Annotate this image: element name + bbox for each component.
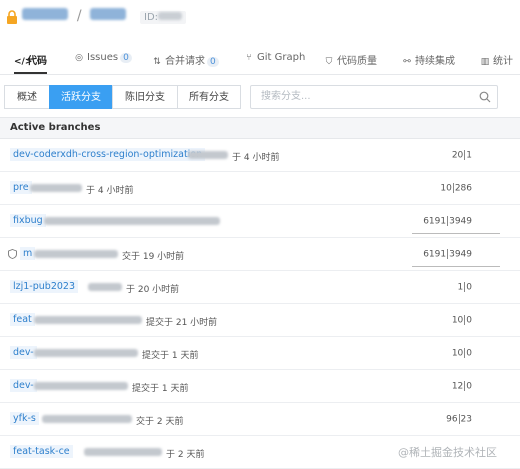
branch-row[interactable]: dev- 提交于 1 天前 10 0 (0, 337, 520, 370)
ahead-behind: 10 0 (451, 315, 472, 326)
branch-row[interactable]: lzj1-pub2023 于 20 小时前 10 (0, 271, 520, 304)
git-graph-icon: ⑂ (246, 53, 252, 63)
divergence-bar (412, 233, 500, 234)
ahead-behind: 96 23 (446, 414, 472, 425)
branch-name-link[interactable]: dev- (10, 379, 37, 392)
issues-icon: ◎ (75, 53, 83, 63)
search-icon[interactable] (479, 91, 491, 103)
tab-stats[interactable]: ▥ 统计 (480, 52, 513, 74)
commit-time: 交于 2 天前 (136, 417, 184, 427)
branch-name-link[interactable]: m (20, 247, 36, 260)
branch-row[interactable]: yfk-s 交于 2 天前 96 23 (0, 403, 520, 436)
branch-filter-bar: 概述 活跃分支 陈旧分支 所有分支 (0, 84, 520, 112)
branch-row[interactable]: pre 于 4 小时前 10 286 (0, 172, 520, 205)
tab-code[interactable]: </>代码 (14, 52, 47, 74)
tab-issues[interactable]: ◎ Issues 0 (74, 52, 132, 74)
ahead-behind: 10 286 (440, 183, 472, 194)
commit-time: 提交于 21 小时前 (146, 318, 218, 328)
commit-time: 提交于 1 天前 (132, 384, 189, 394)
branch-name-link[interactable]: feat-task-ce (10, 445, 73, 458)
shield-icon: ⛉ (325, 57, 333, 67)
merge-request-icon: ⇅ (153, 57, 161, 67)
branch-name-link[interactable]: feat (10, 313, 35, 326)
branch-row[interactable]: dev- 提交于 1 天前 12 0 (0, 370, 520, 403)
ahead-behind: 20 1 (451, 150, 472, 161)
tab-git-graph[interactable]: ⑂ Git Graph (244, 52, 305, 74)
code-icon: </> (14, 57, 33, 67)
branch-row[interactable]: m 交于 19 小时前 6191 3949 (0, 238, 520, 271)
filter-all[interactable]: 所有分支 (177, 85, 241, 109)
ahead-behind: 6191 3949 (423, 216, 472, 227)
branch-search (250, 85, 498, 109)
ahead-behind: 12 0 (451, 381, 472, 392)
project-path[interactable]: / (22, 8, 127, 24)
branch-name-link[interactable]: pre (10, 181, 32, 194)
protected-shield-icon (8, 249, 17, 259)
commit-time: 于 20 小时前 (126, 285, 180, 295)
branch-name-link[interactable]: yfk-s (10, 412, 39, 425)
ci-icon: ⚯ (403, 57, 411, 67)
branch-row[interactable]: feat 提交于 21 小时前 10 0 (0, 304, 520, 337)
branch-name-link[interactable]: lzj1-pub2023 (10, 280, 78, 293)
filter-overview[interactable]: 概述 (4, 85, 50, 109)
divergence-bar (412, 266, 500, 267)
ahead-behind: 10 (457, 282, 472, 293)
ahead-behind: 6191 3949 (423, 249, 472, 260)
branch-name-link[interactable]: dev-coderxdh-cross-region-optimization (10, 148, 206, 161)
repo-tabs: </>代码 ◎ Issues 0 ⇅ 合并请求 0 ⑂ Git Graph ⛉ 代码质量 ⚯… (0, 48, 520, 75)
chart-icon: ▥ (480, 57, 490, 67)
branch-name-link[interactable]: dev- (10, 346, 37, 359)
commit-time: 于 4 小时前 (232, 153, 280, 163)
watermark: @稀土掘金技术社区 (398, 446, 497, 459)
branch-list: Active branches dev-coderxdh-cross-regio… (0, 117, 520, 469)
commit-time: 于 4 小时前 (86, 186, 134, 196)
filter-stale[interactable]: 陈旧分支 (112, 85, 178, 109)
list-header: Active branches (0, 117, 520, 139)
commit-time: 提交于 1 天前 (142, 351, 199, 361)
tab-code-quality[interactable]: ⛉ 代码质量 (324, 52, 377, 74)
commit-time: 交于 19 小时前 (122, 252, 185, 262)
ahead-behind: 10 0 (451, 348, 472, 359)
tab-ci[interactable]: ⚯ 持续集成 (402, 52, 455, 74)
tab-merge-requests[interactable]: ⇅ 合并请求 0 (152, 52, 219, 74)
branch-row[interactable]: fixbug 6191 3949 (0, 205, 520, 238)
project-header: / ID: (0, 0, 520, 38)
commit-time: 于 2 天前 (166, 450, 205, 460)
project-id: ID: (140, 11, 187, 24)
branch-name-link[interactable]: fixbug (10, 214, 46, 227)
filter-active[interactable]: 活跃分支 (49, 85, 113, 109)
branch-search-input[interactable] (259, 90, 473, 103)
lock-icon (7, 10, 17, 24)
branch-row[interactable]: dev-coderxdh-cross-region-optimization 于… (0, 139, 520, 172)
